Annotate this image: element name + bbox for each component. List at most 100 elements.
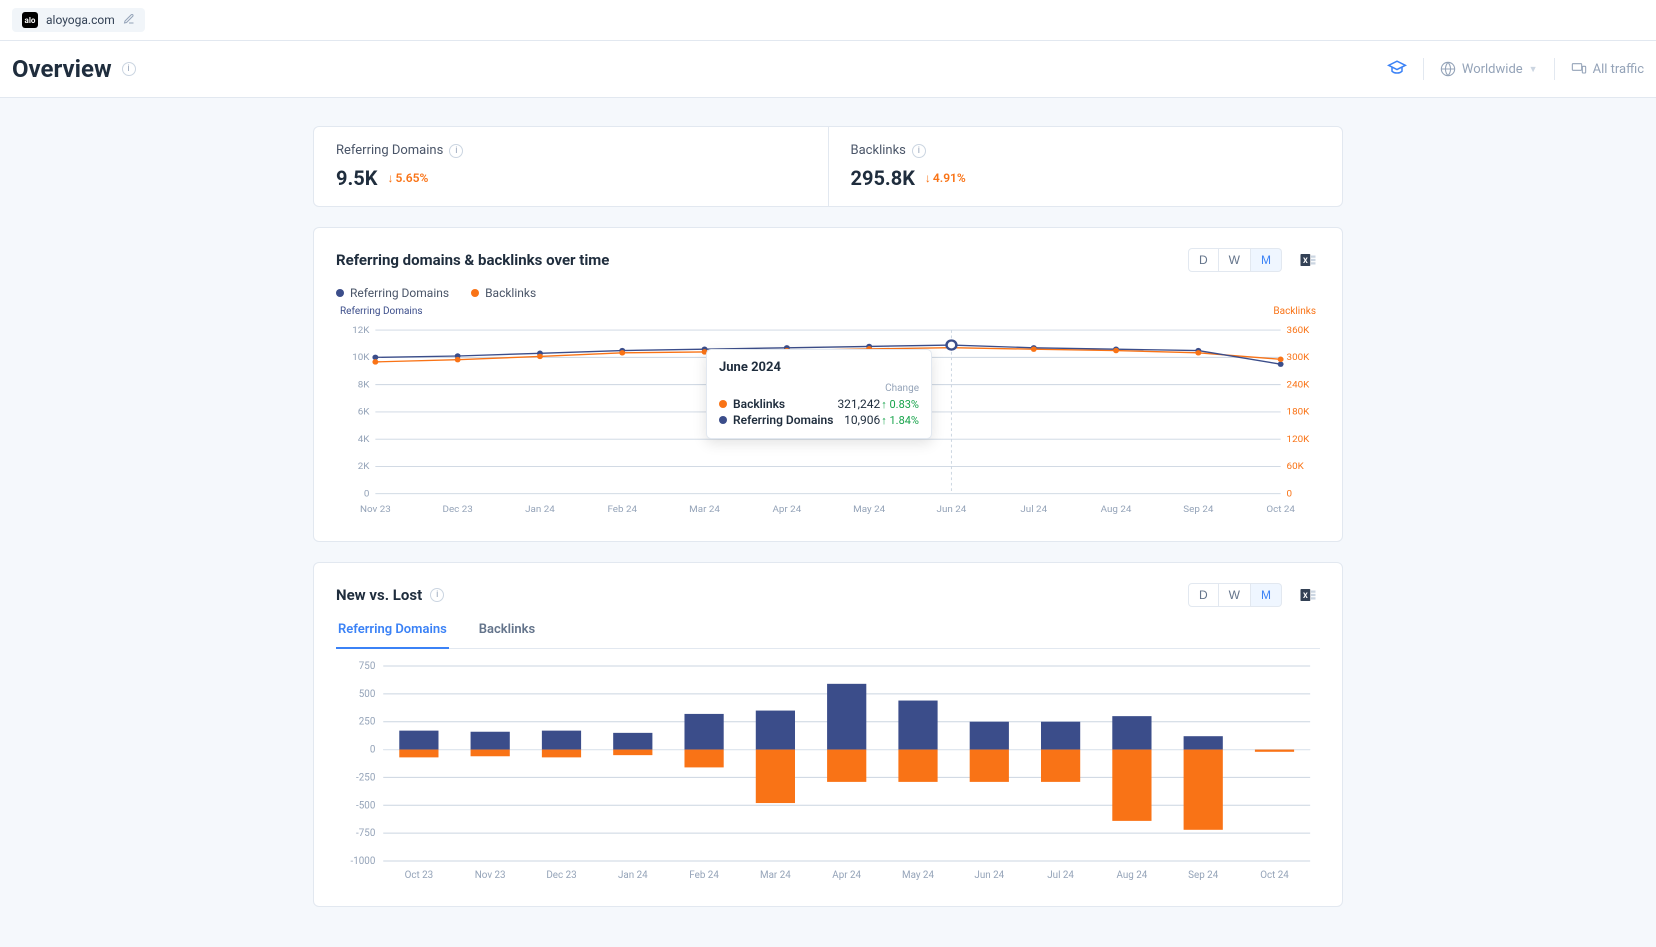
tooltip-change-header: Change	[880, 383, 919, 396]
separator	[1554, 58, 1555, 80]
export-excel-icon[interactable]: X	[1296, 583, 1320, 607]
svg-text:8K: 8K	[358, 380, 370, 391]
svg-text:240K: 240K	[1287, 380, 1310, 391]
chart-title: New vs. Lost i	[336, 586, 444, 604]
line-chart[interactable]: 002K60K4K120K6K180K8K240K10K300K12K360KN…	[336, 321, 1320, 521]
chevron-down-icon: ▼	[1529, 64, 1538, 75]
svg-text:360K: 360K	[1287, 325, 1310, 336]
svg-text:Jun 24: Jun 24	[974, 870, 1004, 881]
svg-text:Jan 24: Jan 24	[525, 504, 555, 515]
toggle-month[interactable]: M	[1251, 583, 1282, 607]
svg-text:0: 0	[1287, 489, 1293, 500]
arrow-down-icon: ↓	[925, 171, 931, 185]
tooltip-row: Referring Domains 10,906 ↑ 1.84%	[719, 412, 919, 428]
page-title-text: Overview	[12, 55, 112, 83]
arrow-down-icon: ↓	[387, 171, 393, 185]
svg-text:Oct 24: Oct 24	[1260, 870, 1289, 881]
toggle-day[interactable]: D	[1188, 583, 1219, 607]
svg-text:120K: 120K	[1287, 434, 1310, 445]
tab-referring-domains[interactable]: Referring Domains	[336, 622, 449, 649]
chart-tooltip: June 2024 Change Backlinks 321,242 ↑ 0.8…	[706, 349, 932, 439]
content-column: Referring Domains i 9.5K ↓ 5.65% Backlin…	[313, 126, 1343, 907]
svg-text:750: 750	[359, 661, 376, 672]
stat-label-text: Backlinks	[851, 143, 906, 158]
stat-referring-domains[interactable]: Referring Domains i 9.5K ↓ 5.65%	[314, 127, 828, 206]
svg-text:500: 500	[359, 689, 376, 700]
legend-referring-domains[interactable]: Referring Domains	[336, 286, 449, 300]
education-icon[interactable]	[1387, 57, 1407, 81]
stats-card: Referring Domains i 9.5K ↓ 5.65% Backlin…	[313, 126, 1343, 207]
edit-domain-icon[interactable]	[123, 13, 135, 28]
trend-indicator: ↓ 4.91%	[925, 171, 966, 185]
tooltip-row: Backlinks 321,242 ↑ 0.83%	[719, 396, 919, 412]
svg-text:-250: -250	[356, 772, 375, 783]
svg-text:Apr 24: Apr 24	[832, 870, 861, 881]
info-icon[interactable]: i	[122, 62, 136, 76]
newlost-card: New vs. Lost i D W M X Referring Domains…	[313, 562, 1343, 907]
svg-text:Nov 23: Nov 23	[360, 504, 391, 515]
bar-chart[interactable]: -1000-750-500-2500250500750Oct 23Nov 23D…	[336, 661, 1320, 886]
right-axis-title: Backlinks	[1273, 306, 1316, 317]
svg-text:Mar 24: Mar 24	[760, 870, 791, 881]
info-icon[interactable]: i	[912, 144, 926, 158]
toggle-week[interactable]: W	[1219, 248, 1251, 272]
svg-text:300K: 300K	[1287, 352, 1310, 363]
domain-text: aloyoga.com	[46, 13, 115, 27]
chart-title: Referring domains & backlinks over time	[336, 251, 609, 269]
svg-text:Aug 24: Aug 24	[1101, 504, 1133, 515]
legend-backlinks[interactable]: Backlinks	[471, 286, 536, 300]
site-favicon: alo	[22, 12, 38, 28]
region-selector[interactable]: Worldwide ▼	[1440, 61, 1538, 77]
toggle-day[interactable]: D	[1188, 248, 1219, 272]
svg-text:Sep 24: Sep 24	[1183, 504, 1214, 515]
stat-backlinks[interactable]: Backlinks i 295.8K ↓ 4.91%	[828, 127, 1343, 206]
svg-text:Jun 24: Jun 24	[937, 504, 967, 515]
svg-text:10K: 10K	[352, 352, 369, 363]
svg-text:0: 0	[364, 489, 370, 500]
svg-text:May 24: May 24	[902, 870, 934, 881]
tab-backlinks[interactable]: Backlinks	[477, 622, 537, 649]
svg-text:180K: 180K	[1287, 407, 1310, 418]
svg-text:12K: 12K	[352, 325, 369, 336]
toggle-month[interactable]: M	[1251, 248, 1282, 272]
traffic-label: All traffic	[1593, 62, 1644, 77]
svg-text:Jul 24: Jul 24	[1047, 870, 1074, 881]
svg-text:X: X	[1303, 256, 1308, 265]
svg-text:Sep 24: Sep 24	[1188, 870, 1218, 881]
toggle-week[interactable]: W	[1219, 583, 1251, 607]
region-label: Worldwide	[1462, 62, 1523, 77]
info-icon[interactable]: i	[449, 144, 463, 158]
svg-text:Feb 24: Feb 24	[689, 870, 719, 881]
stat-value: 9.5K	[336, 166, 377, 190]
globe-icon	[1440, 61, 1456, 77]
domain-chip[interactable]: alo aloyoga.com	[12, 8, 145, 32]
svg-text:X: X	[1303, 591, 1308, 600]
svg-text:Dec 23: Dec 23	[442, 504, 472, 515]
svg-text:Aug 24: Aug 24	[1117, 870, 1148, 881]
svg-text:-1000: -1000	[351, 856, 376, 867]
header-controls: Worldwide ▼ All traffic	[1387, 57, 1644, 81]
page-title: Overview i	[12, 55, 136, 83]
svg-text:Oct 23: Oct 23	[405, 870, 434, 881]
top-bar: alo aloyoga.com	[0, 0, 1656, 41]
svg-text:Dec 23: Dec 23	[546, 870, 576, 881]
stat-value: 295.8K	[851, 166, 915, 190]
separator	[1423, 58, 1424, 80]
trend-indicator: ↓ 5.65%	[387, 171, 428, 185]
trend-value: 4.91%	[933, 171, 966, 185]
info-icon[interactable]: i	[430, 588, 444, 602]
svg-text:250: 250	[359, 717, 376, 728]
trend-value: 5.65%	[395, 171, 428, 185]
granularity-toggle: D W M	[1188, 583, 1282, 607]
svg-text:0: 0	[370, 745, 376, 756]
svg-text:60K: 60K	[1287, 462, 1304, 473]
svg-text:2K: 2K	[358, 462, 370, 473]
devices-icon	[1571, 61, 1587, 77]
page-header: Overview i Worldwide ▼ All traffic	[0, 41, 1656, 98]
timechart-card: Referring domains & backlinks over time …	[313, 227, 1343, 542]
traffic-selector[interactable]: All traffic	[1571, 61, 1644, 77]
svg-text:Feb 24: Feb 24	[607, 504, 637, 515]
svg-text:Jul 24: Jul 24	[1020, 504, 1047, 515]
svg-text:Nov 23: Nov 23	[475, 870, 506, 881]
export-excel-icon[interactable]: X	[1296, 248, 1320, 272]
